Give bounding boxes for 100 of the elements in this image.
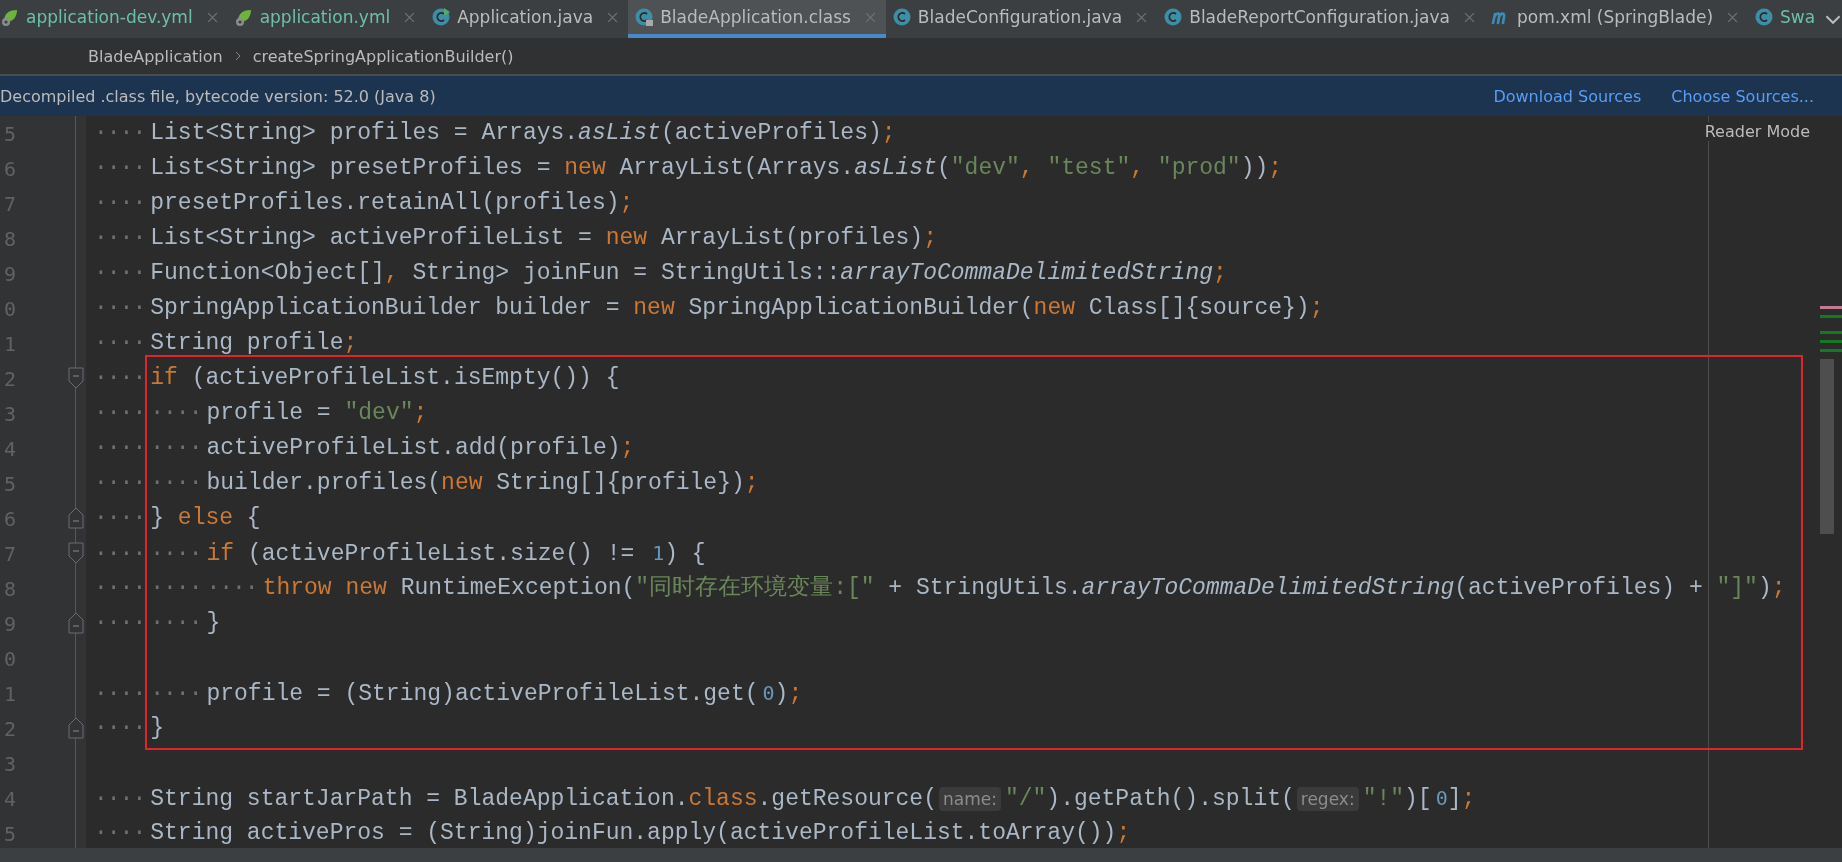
method-name: asList: [854, 155, 937, 181]
close-icon[interactable]: [404, 11, 416, 23]
code-text: String activePros = (String)joinFun.apply(activeProfileList.toArray()): [150, 820, 1117, 846]
breadcrumb-item[interactable]: BladeApplication: [88, 46, 223, 66]
keyword: class: [688, 786, 758, 812]
code-text: )): [1240, 155, 1269, 181]
string-literal: "dev": [344, 400, 414, 426]
code-text: ArrayList(profiles): [660, 225, 924, 251]
keyword: new: [441, 470, 484, 496]
class-icon: [891, 7, 912, 27]
editor-tab[interactable]: BladeApplication.class: [628, 0, 886, 38]
code-text: (activeProfiles): [660, 120, 882, 146]
keyword: new: [605, 225, 649, 251]
breadcrumb-item[interactable]: createSpringApplicationBuilder(): [252, 46, 514, 66]
keyword: ;: [923, 225, 937, 251]
banner-link[interactable]: Choose Sources...: [1671, 86, 1814, 106]
keyword: throw new: [262, 575, 388, 601]
whitespace-dots: ····: [150, 540, 202, 569]
string-literal: "/": [1004, 786, 1047, 812]
keyword: ;: [620, 435, 635, 461]
string-literal: "]": [1716, 575, 1758, 601]
code-text: activeProfileList.add(profile): [206, 435, 621, 461]
keyword: ,: [1130, 155, 1146, 181]
code-text: profile =: [206, 400, 332, 426]
banner-link[interactable]: Download Sources: [1493, 86, 1642, 106]
chevron-down-icon[interactable]: [1825, 13, 1842, 25]
code-text: SpringApplicationBuilder builder =: [150, 295, 621, 321]
keyword: ;: [1116, 820, 1131, 846]
code-text: (activeProfileList.size() !=: [247, 541, 636, 567]
fold-end-icon[interactable]: [68, 717, 84, 739]
keyword: new: [633, 295, 676, 321]
string-literal: "test": [1047, 155, 1131, 181]
fold-end-icon[interactable]: [68, 507, 84, 529]
class-icon: [1754, 7, 1775, 27]
keyword: ,: [1019, 155, 1035, 181]
code-text: Class[]{source}): [1088, 295, 1310, 321]
whitespace-dots: ····: [94, 154, 146, 183]
code-text: String profile: [150, 330, 344, 356]
code-text: }: [206, 610, 221, 636]
code-text: }: [150, 715, 165, 741]
editor-tab[interactable]: BladeConfiguration.java: [885, 0, 1158, 38]
fold-start-icon[interactable]: [68, 542, 84, 564]
keyword: if: [206, 541, 236, 567]
keyword: ;: [619, 190, 634, 216]
string-literal: "dev": [950, 155, 1020, 181]
chevron-right-icon: [234, 51, 241, 61]
whitespace-dots: ····: [150, 434, 202, 463]
code-text: ]: [1447, 786, 1462, 812]
whitespace-dots: ····: [94, 294, 146, 323]
code-text: (activeProfileList.isEmpty()) {: [191, 365, 620, 391]
method-name: asList: [578, 120, 661, 146]
close-icon[interactable]: [864, 11, 876, 23]
keyword: ;: [1771, 575, 1786, 601]
close-icon[interactable]: [206, 11, 218, 23]
whitespace-dots: ····: [94, 259, 146, 288]
close-icon[interactable]: [1727, 11, 1739, 23]
keyword: new: [564, 155, 607, 181]
close-icon[interactable]: [607, 11, 619, 23]
keyword: ;: [1309, 295, 1324, 321]
close-icon[interactable]: [1463, 11, 1475, 23]
code-text: (: [937, 155, 951, 181]
number-literal: 1: [652, 541, 665, 565]
locked-class-icon: [634, 7, 655, 27]
code-text: .getResource(: [757, 786, 937, 812]
whitespace-dots: ····: [94, 714, 146, 743]
fold-end-icon[interactable]: [68, 612, 84, 634]
code-text: builder.profiles(: [206, 470, 442, 496]
whitespace-dots: ····: [94, 819, 146, 848]
editor-tab[interactable]: pom.xml (SpringBlade): [1484, 0, 1749, 38]
code-text: ): [774, 681, 789, 707]
fold-start-icon[interactable]: [68, 367, 84, 389]
editor-tab[interactable]: BladeReportConfiguration.java: [1157, 0, 1485, 38]
whitespace-dots: ····: [94, 540, 146, 569]
close-icon[interactable]: [1136, 11, 1148, 23]
method-name: arrayToCommaDelimitedString: [840, 260, 1213, 286]
whitespace-dots: ····: [94, 785, 146, 814]
code-text: ) {: [664, 541, 706, 567]
whitespace-dots: ····: [150, 574, 202, 603]
editor-tab[interactable]: Application.java: [425, 0, 629, 38]
editor-tab[interactable]: Swa: [1748, 0, 1826, 38]
keyword: ;: [1268, 155, 1283, 181]
keyword: else: [177, 505, 235, 531]
keyword: ;: [788, 681, 803, 707]
whitespace-dots: ····: [94, 574, 146, 603]
code-text: List<String> activeProfileList =: [150, 225, 593, 251]
keyword: ;: [1461, 786, 1476, 812]
whitespace-dots: ····: [94, 434, 146, 463]
whitespace-dots: ····: [150, 469, 202, 498]
editor-tab[interactable]: application.yml: [227, 0, 426, 38]
code-text: profile = (String)activeProfileList.get(: [206, 681, 759, 707]
scrollbar-thumb[interactable]: [1820, 359, 1834, 534]
string-literal: "同时存在环境变量:[": [635, 575, 875, 601]
editor-tab[interactable]: application-dev.yml: [0, 0, 228, 38]
code-text: List<String> profiles = Arrays.: [150, 120, 579, 146]
string-literal: "!": [1362, 786, 1405, 812]
code-text: ): [1757, 575, 1772, 601]
code-text: Function<Object[]: [150, 260, 385, 286]
reader-mode-toggle[interactable]: Reader Mode: [1704, 122, 1810, 141]
keyword: ,: [384, 260, 400, 286]
keyword: ;: [744, 470, 759, 496]
